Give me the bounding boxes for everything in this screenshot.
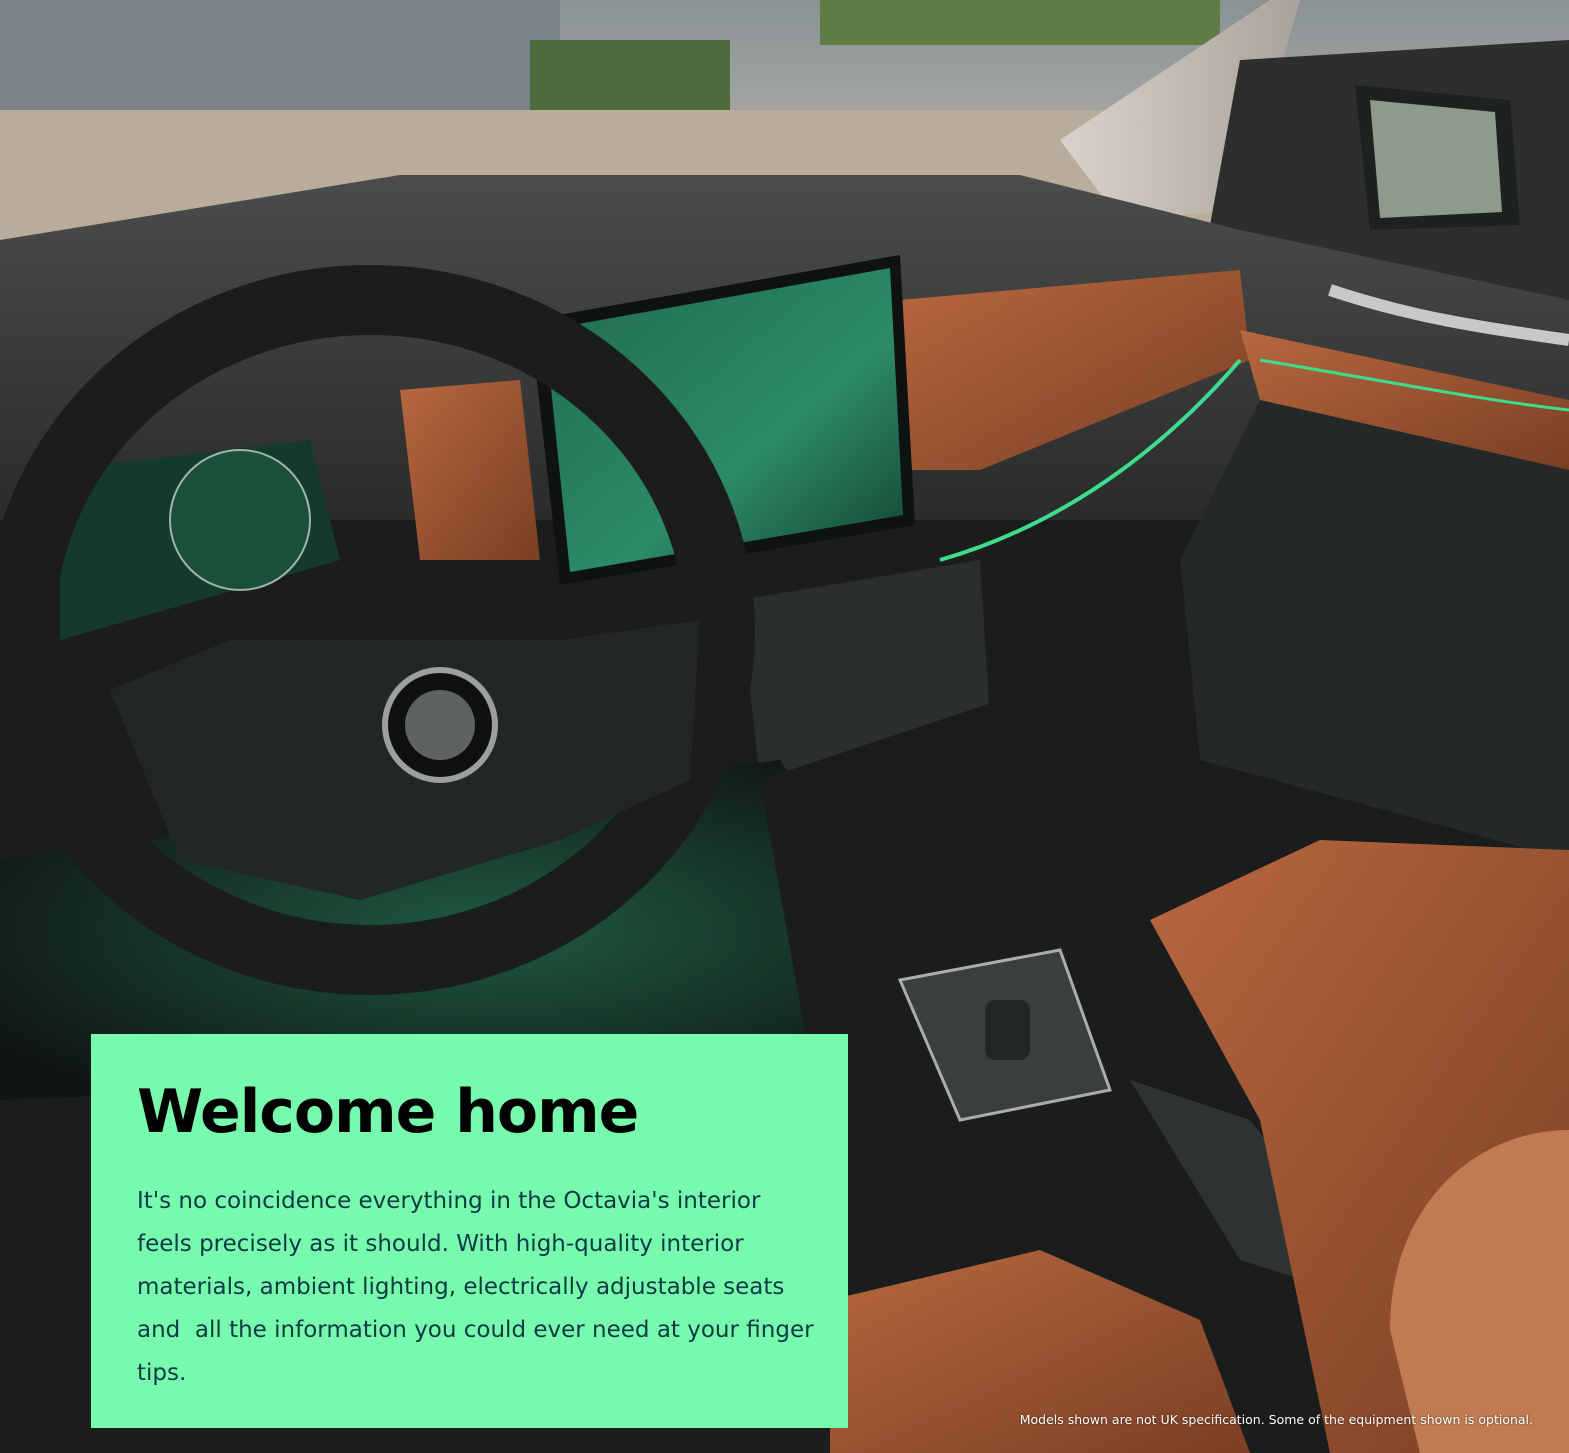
hedge	[530, 40, 730, 110]
hedge	[820, 0, 1220, 45]
info-card: Welcome home It's no coincidence everyth…	[91, 1034, 848, 1428]
disclaimer-text: Models shown are not UK specification. S…	[1019, 1412, 1533, 1427]
brand-logo-inner	[405, 690, 475, 760]
gear-selector	[985, 1000, 1030, 1060]
dash-leather-trim-left	[400, 380, 540, 560]
info-card-title: Welcome home	[137, 1077, 639, 1147]
speedometer-dial	[169, 449, 311, 591]
wing-mirror-glass	[1370, 100, 1502, 218]
info-card-body: It's no coincidence everything in the Oc…	[137, 1188, 821, 1386]
door-panel	[1180, 400, 1569, 860]
